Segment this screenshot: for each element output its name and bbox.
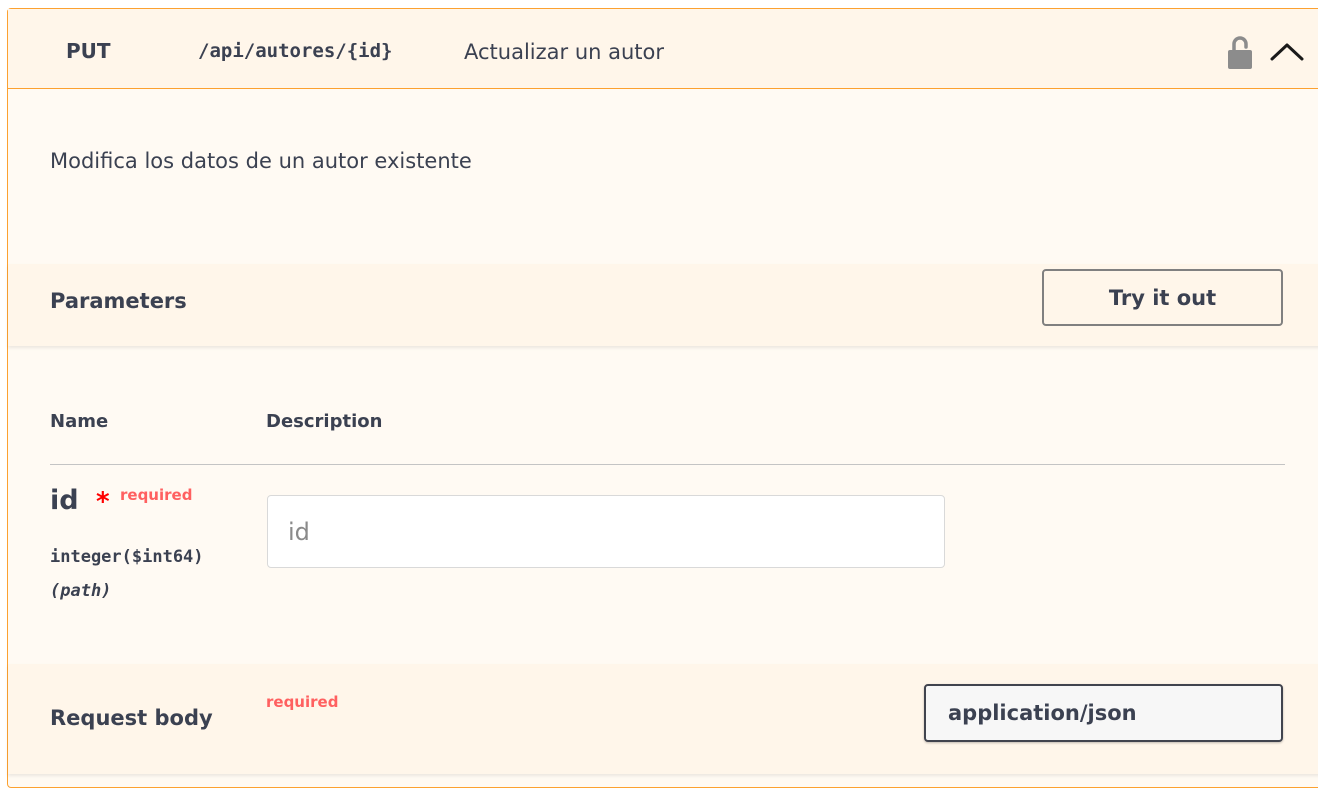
http-method-badge: PUT (66, 39, 111, 63)
required-asterisk: * (96, 487, 110, 517)
id-parameter-input[interactable] (267, 495, 945, 568)
parameter-location: (path) (50, 581, 112, 601)
parameters-header: Parameters Try it out (8, 264, 1318, 346)
endpoint-path: /api/autores/{id} (198, 40, 393, 62)
operation-block: PUT /api/autores/{id} Actualizar un auto… (7, 8, 1318, 788)
parameter-name: id (50, 485, 79, 516)
request-body-required-label: required (266, 693, 339, 711)
operation-summary-bar[interactable]: PUT /api/autores/{id} Actualizar un auto… (8, 9, 1318, 89)
chevron-up-icon[interactable] (1266, 37, 1308, 67)
table-divider (50, 464, 1285, 465)
request-body-header: Request body required application/json (8, 664, 1318, 774)
operation-description: Modifica los datos de un autor existente (50, 149, 472, 173)
parameters-title: Parameters (50, 289, 187, 313)
content-type-select[interactable]: application/json (924, 684, 1283, 742)
operation-summary: Actualizar un autor (464, 40, 665, 64)
column-header-name: Name (50, 411, 109, 432)
unlocked-lock-icon[interactable] (1226, 34, 1254, 70)
parameter-type: integer($int64) (50, 547, 204, 567)
try-it-out-button[interactable]: Try it out (1042, 269, 1283, 326)
column-header-description: Description (266, 411, 383, 432)
required-label: required (120, 486, 193, 504)
request-body-title: Request body (50, 706, 213, 730)
